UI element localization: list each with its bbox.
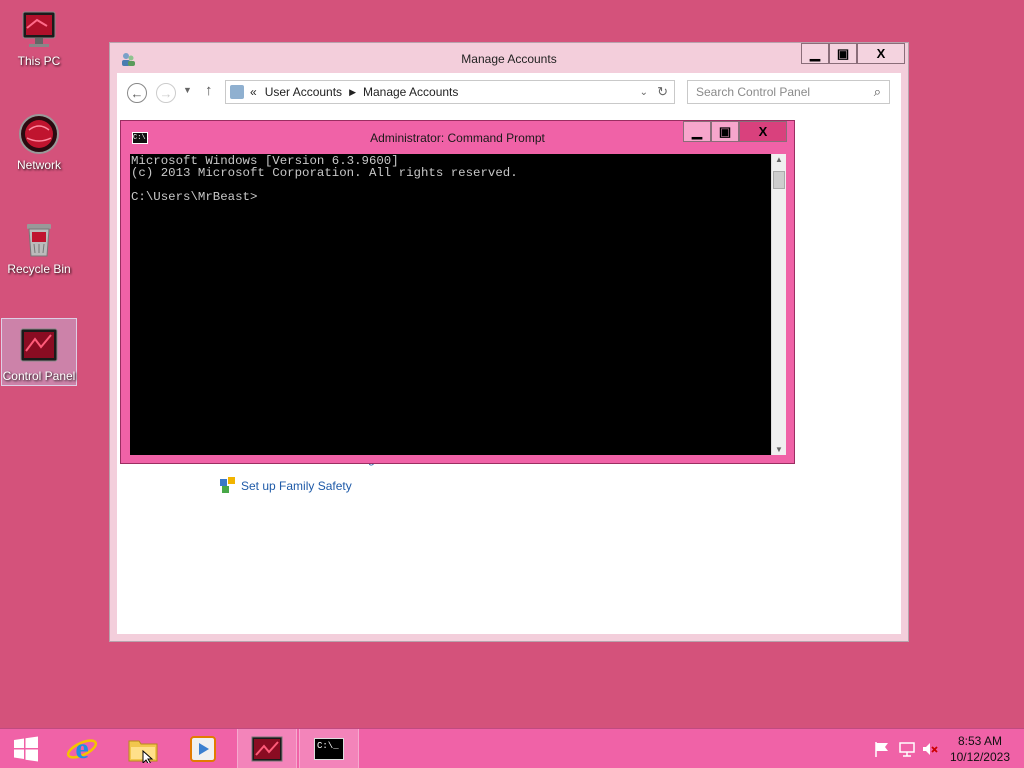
network-globe-icon (17, 112, 61, 156)
address-dropdown-icon[interactable]: ⌄ (640, 87, 648, 98)
recent-locations-chevron-icon[interactable]: ▼ (183, 85, 192, 95)
desktop-icon-label: Control Panel (2, 369, 76, 383)
windows-logo-icon (14, 736, 38, 762)
desktop-icon-label: This PC (17, 54, 61, 68)
recycle-bin-icon (17, 216, 61, 260)
taskbar-internet-explorer[interactable]: e (52, 729, 112, 768)
breadcrumb-overflow[interactable]: « (250, 85, 257, 99)
minimize-button[interactable]: ▁ (801, 43, 829, 64)
taskbar: e C:\_ 8:53 AM 10/12/2023 (0, 728, 1024, 768)
clock-time: 8:53 AM (957, 734, 1002, 748)
svg-text:e: e (75, 733, 88, 765)
scroll-up-arrow-icon[interactable]: ▲ (775, 155, 783, 164)
media-player-icon (190, 736, 216, 762)
console-scrollbar[interactable]: ▲ ▼ (771, 154, 786, 455)
control-panel-icon (17, 323, 61, 367)
volume-muted-icon[interactable] (921, 740, 939, 758)
refresh-icon[interactable]: ↻ (657, 84, 668, 100)
internet-explorer-icon: e (66, 733, 98, 765)
search-icon[interactable]: ⌕ (874, 84, 881, 100)
command-prompt-window[interactable]: C:\. Administrator: Command Prompt ▁ ▣ X… (120, 120, 795, 464)
window-title: Manage Accounts (461, 52, 557, 66)
scroll-down-arrow-icon[interactable]: ▼ (775, 445, 783, 454)
folder-icon (128, 740, 158, 763)
family-safety-icon (220, 477, 236, 493)
cmd-minimize-button[interactable]: ▁ (683, 121, 711, 142)
network-status-icon[interactable] (898, 740, 916, 758)
console-prompt: C:\Users\MrBeast> (131, 190, 258, 204)
back-button[interactable]: ← (127, 83, 147, 103)
cmd-titlebar[interactable]: C:\. Administrator: Command Prompt ▁ ▣ X (121, 121, 794, 153)
forward-button[interactable]: → (156, 83, 176, 103)
close-button[interactable]: X (857, 43, 905, 64)
breadcrumb-user-accounts[interactable]: User Accounts (265, 85, 342, 99)
family-safety-link[interactable]: Set up Family Safety (241, 479, 352, 493)
breadcrumb-manage-accounts[interactable]: Manage Accounts (363, 85, 458, 99)
taskbar-control-panel[interactable] (237, 729, 297, 768)
desktop-icon-control-panel[interactable]: Control Panel (1, 318, 77, 386)
desktop-icon-network[interactable]: Network (1, 108, 77, 172)
control-panel-icon (251, 736, 283, 762)
clock-date: 10/12/2023 (949, 750, 1010, 764)
desktop-icon-this-pc[interactable]: This PC (1, 4, 77, 68)
search-placeholder: Search Control Panel (696, 85, 811, 99)
computer-icon (17, 8, 61, 52)
scroll-thumb[interactable] (773, 171, 785, 189)
taskbar-command-prompt[interactable]: C:\_ (299, 729, 359, 768)
cmd-maximize-button[interactable]: ▣ (711, 121, 739, 142)
navigation-bar: ← → ▼ ↑ « User Accounts ▶ Manage Account… (117, 73, 901, 111)
breadcrumb-separator-icon: ▶ (349, 86, 356, 97)
desktop-icon-label: Network (16, 158, 61, 172)
users-icon (230, 85, 244, 99)
search-input[interactable]: Search Control Panel ⌕ (687, 80, 890, 104)
command-prompt-icon: C:\_ (314, 738, 344, 760)
desktop-icon-label: Recycle Bin (7, 262, 71, 276)
taskbar-file-explorer[interactable] (114, 729, 172, 768)
cmd-close-button[interactable]: X (739, 121, 787, 142)
address-bar[interactable]: « User Accounts ▶ Manage Accounts ⌄ ↻ (225, 80, 675, 104)
taskbar-media-player[interactable] (174, 729, 232, 768)
action-center-flag-icon[interactable] (873, 740, 891, 758)
up-arrow-icon[interactable]: ↑ (205, 82, 213, 99)
start-button[interactable] (0, 729, 52, 768)
maximize-button[interactable]: ▣ (829, 43, 857, 64)
system-clock[interactable]: 8:53 AM 10/12/2023 (950, 733, 1010, 765)
desktop-icon-recycle-bin[interactable]: Recycle Bin (1, 212, 77, 276)
console-line: (c) 2013 Microsoft Corporation. All righ… (131, 166, 518, 180)
console-output[interactable]: Microsoft Windows [Version 6.3.9600] (c) … (130, 154, 771, 455)
window-titlebar[interactable]: Manage Accounts ▁ ▣ X (110, 43, 908, 73)
